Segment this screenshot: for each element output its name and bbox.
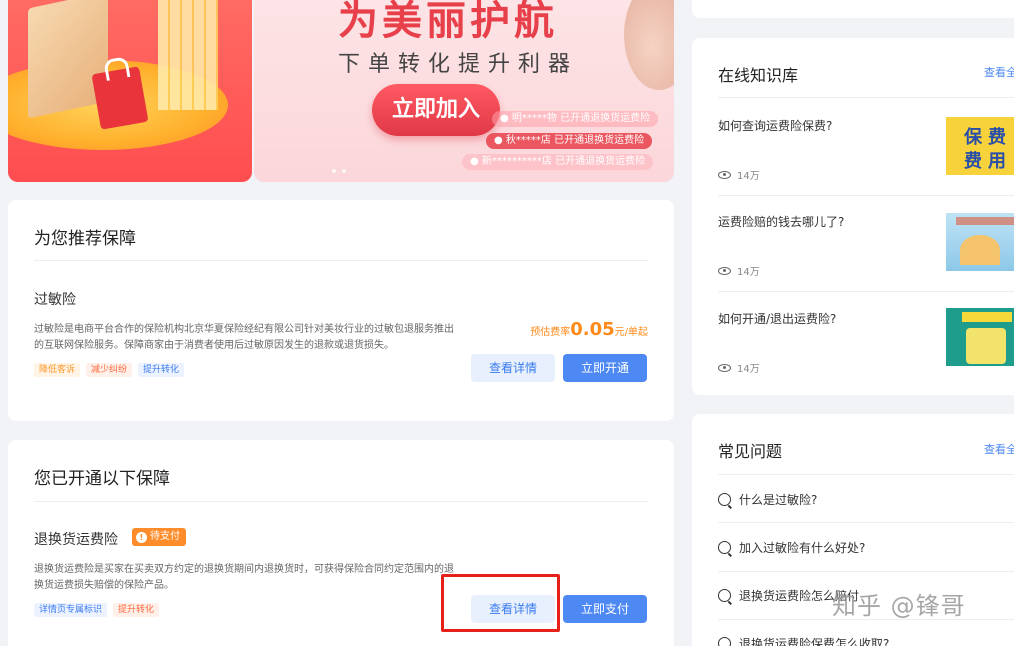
knowledge-question[interactable]: 如何查询运费险保费? <box>718 117 832 134</box>
faq-item[interactable]: 加入过敏险有什么好处? <box>718 539 865 556</box>
section-title: 常见问题 <box>718 442 783 461</box>
faq-item[interactable]: 什么是过敏险? <box>718 491 817 508</box>
price-value: 0.05 <box>570 319 615 340</box>
knowledge-question[interactable]: 运费险赔的钱去哪儿了? <box>718 213 844 230</box>
tag-list: 详情页专属标识 提升转化 <box>34 603 160 617</box>
banner-illustration-left <box>8 0 252 182</box>
faq-text[interactable]: 什么是过敏险? <box>739 491 817 508</box>
knowledge-thumbnail[interactable]: 保费 费用 <box>946 117 1014 175</box>
divider <box>718 97 1014 98</box>
question-icon <box>718 637 731 646</box>
carousel-dots[interactable] <box>332 158 352 177</box>
view-count-text: 14万 <box>737 364 760 375</box>
faq-item[interactable]: 退换货运费险保费怎么收取? <box>718 635 889 646</box>
tag: 提升转化 <box>113 603 160 617</box>
ticker-item: ● 秋*****店 已开通退换货运费险 <box>486 133 653 149</box>
tag: 降低客诉 <box>34 363 81 377</box>
price-prefix: 预估费率 <box>530 327 571 338</box>
view-details-button[interactable]: 查看详情 <box>471 354 555 382</box>
banner-title: 为美丽护航 <box>338 0 558 44</box>
divider <box>718 291 1014 292</box>
promo-banner[interactable]: 为美丽护航 下单转化提升利器 立即加入 ● 明*****物 已开通退换货运费险 … <box>254 0 674 182</box>
knowledge-item[interactable]: 如何查询运费险保费? 14万 保费 费用 <box>718 117 1014 197</box>
view-count-text: 14万 <box>737 171 760 182</box>
divider <box>718 474 1014 475</box>
view-count: 14万 <box>718 360 760 375</box>
recommend-card: 为您推荐保障 过敏险 过敏险是电商平台合作的保险机构北京华夏保险经纪有限公司针对… <box>8 200 674 421</box>
tag-list: 降低客诉 减少纠纷 提升转化 <box>34 363 185 377</box>
eye-icon <box>718 266 731 275</box>
divider <box>34 260 648 261</box>
knowledge-item[interactable]: 运费险赔的钱去哪儿了? 14万 <box>718 213 1014 293</box>
question-icon <box>718 589 731 602</box>
price-unit: 元/单起 <box>614 327 648 338</box>
tag: 提升转化 <box>138 363 185 377</box>
insurance-name: 退换货运费险 <box>34 532 118 548</box>
insurance-name: 过敏险 <box>34 292 76 308</box>
price-estimate: 预估费率0.05元/单起 <box>530 319 648 340</box>
building-graphic <box>158 0 218 110</box>
alert-icon: ! <box>136 531 147 543</box>
knowledge-thumbnail[interactable] <box>946 213 1014 271</box>
status-badge-label: 待支付 <box>150 531 180 542</box>
tag: 详情页专属标识 <box>34 603 108 617</box>
knowledge-base-card: 在线知识库 查看全 如何查询运费险保费? 14万 保费 费用 运费险赔的钱去哪儿了… <box>692 38 1014 395</box>
knowledge-item[interactable]: 如何开通/退出运费险? 14万 <box>718 308 1014 390</box>
section-title: 为您推荐保障 <box>34 229 136 249</box>
divider <box>718 522 1014 523</box>
view-all-link[interactable]: 查看全 <box>984 64 1014 80</box>
activate-now-button[interactable]: 立即开通 <box>563 354 647 382</box>
knowledge-question[interactable]: 如何开通/退出运费险? <box>718 310 836 327</box>
join-now-button[interactable]: 立即加入 <box>372 84 500 136</box>
view-count: 14万 <box>718 167 760 182</box>
divider <box>34 501 648 502</box>
watermark: 知乎 @锋哥 <box>832 592 966 620</box>
section-title: 在线知识库 <box>718 66 799 85</box>
insurance-description: 过敏险是电商平台合作的保险机构北京华夏保险经纪有限公司针对美妆行业的过敏包退服务… <box>34 324 454 351</box>
faq-text[interactable]: 退换货运费险保费怎么收取? <box>739 635 889 646</box>
top-card-fragment <box>692 0 1014 18</box>
faq-text[interactable]: 加入过敏险有什么好处? <box>739 539 865 556</box>
divider <box>718 571 1014 572</box>
tag: 减少纠纷 <box>86 363 133 377</box>
shopping-bag-icon <box>91 66 149 130</box>
banner-subtitle: 下单转化提升利器 <box>338 52 579 77</box>
pay-now-button[interactable]: 立即支付 <box>563 595 647 623</box>
ticker-item: ● 新**********店 已开通退换货运费险 <box>462 154 654 170</box>
divider <box>718 195 1014 196</box>
eye-icon <box>718 363 731 372</box>
opened-card: 您已开通以下保障 退换货运费险 ! 待支付 退换货运费险是买家在买卖双方约定的退… <box>8 440 674 646</box>
question-icon <box>718 493 731 506</box>
view-all-link[interactable]: 查看全 <box>984 441 1014 457</box>
question-icon <box>718 541 731 554</box>
eye-icon <box>718 170 731 179</box>
highlight-annotation <box>441 574 560 632</box>
model-portrait <box>624 0 674 90</box>
status-badge: ! 待支付 <box>132 528 186 546</box>
ticker-item: ● 明*****物 已开通退换货运费险 <box>492 111 659 127</box>
view-count: 14万 <box>718 263 760 278</box>
knowledge-thumbnail[interactable] <box>946 308 1014 366</box>
insurance-description: 退换货运费险是买家在买卖双方约定的退换货期间内退换货时，可获得保险合同约定范围内… <box>34 564 454 591</box>
section-title: 您已开通以下保障 <box>34 469 170 489</box>
view-count-text: 14万 <box>737 267 760 278</box>
